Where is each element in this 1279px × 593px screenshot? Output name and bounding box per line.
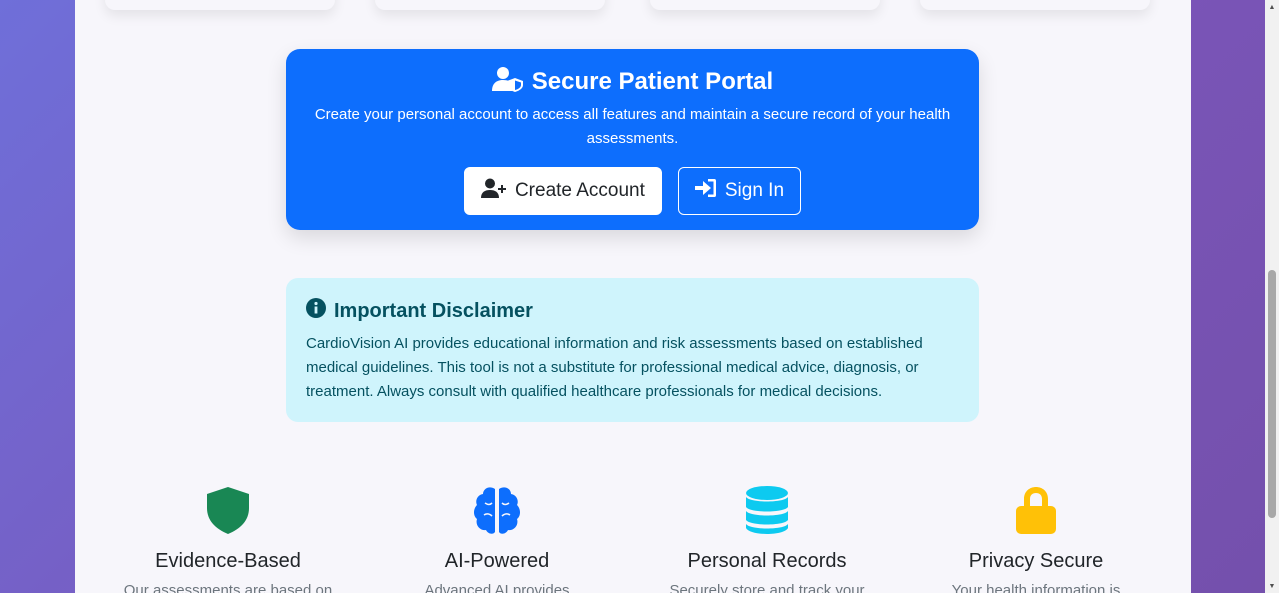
user-shield-icon	[491, 66, 532, 99]
create-account-button[interactable]: Create Account	[463, 167, 662, 215]
feature-card-partial	[920, 0, 1150, 10]
feature-card-partial	[105, 0, 335, 10]
feature-evidence-based: Evidence-Based Our assessments are based…	[94, 484, 362, 593]
feature-title: Personal Records	[687, 550, 847, 572]
sign-in-button[interactable]: Sign In	[677, 167, 802, 215]
feature-ai-powered: AI-Powered Advanced AI provides	[363, 484, 631, 593]
create-account-label: Create Account	[514, 180, 645, 201]
scroll-down-arrow-icon[interactable]: ▼	[1265, 579, 1279, 593]
feature-title: Privacy Secure	[968, 550, 1104, 572]
scrollbar-thumb[interactable]	[1268, 270, 1276, 518]
feature-description: Advanced AI provides	[424, 582, 570, 593]
portal-description: Create your personal account to access a…	[314, 106, 951, 147]
portal-title-row: Secure Patient Portal	[286, 66, 979, 99]
sign-in-label: Sign In	[724, 180, 785, 201]
database-icon	[633, 484, 901, 536]
portal-title: Secure Patient Portal	[531, 68, 774, 95]
feature-description: Securely store and track your	[669, 582, 865, 593]
sign-in-icon	[694, 178, 725, 204]
lock-icon	[902, 484, 1170, 536]
previous-cards-row	[75, 0, 1191, 10]
disclaimer-alert: Important Disclaimer CardioVision AI pro…	[286, 278, 979, 422]
user-plus-icon	[480, 178, 515, 204]
feature-description: Our assessments are based on	[123, 582, 333, 593]
feature-card-partial	[650, 0, 880, 10]
feature-description: Your health information is	[951, 582, 1121, 593]
brain-icon	[363, 484, 631, 536]
feature-privacy-secure: Privacy Secure Your health information i…	[902, 484, 1170, 593]
feature-personal-records: Personal Records Securely store and trac…	[633, 484, 901, 593]
feature-title: AI-Powered	[444, 550, 550, 572]
scroll-up-arrow-icon[interactable]: ▲	[1265, 0, 1279, 14]
info-circle-icon	[306, 298, 334, 324]
main-content: Secure Patient Portal Create your person…	[75, 0, 1191, 593]
disclaimer-text: CardioVision AI provides educational inf…	[306, 335, 923, 400]
disclaimer-title: Important Disclaimer	[334, 299, 533, 322]
disclaimer-title-row: Important Disclaimer	[306, 298, 959, 324]
secure-portal-card: Secure Patient Portal Create your person…	[286, 49, 979, 230]
shield-icon	[94, 484, 362, 536]
feature-card-partial	[375, 0, 605, 10]
feature-title: Evidence-Based	[155, 550, 301, 572]
vertical-scrollbar[interactable]: ▲ ▼	[1265, 0, 1279, 593]
portal-actions: Create Account Sign In	[286, 167, 979, 215]
